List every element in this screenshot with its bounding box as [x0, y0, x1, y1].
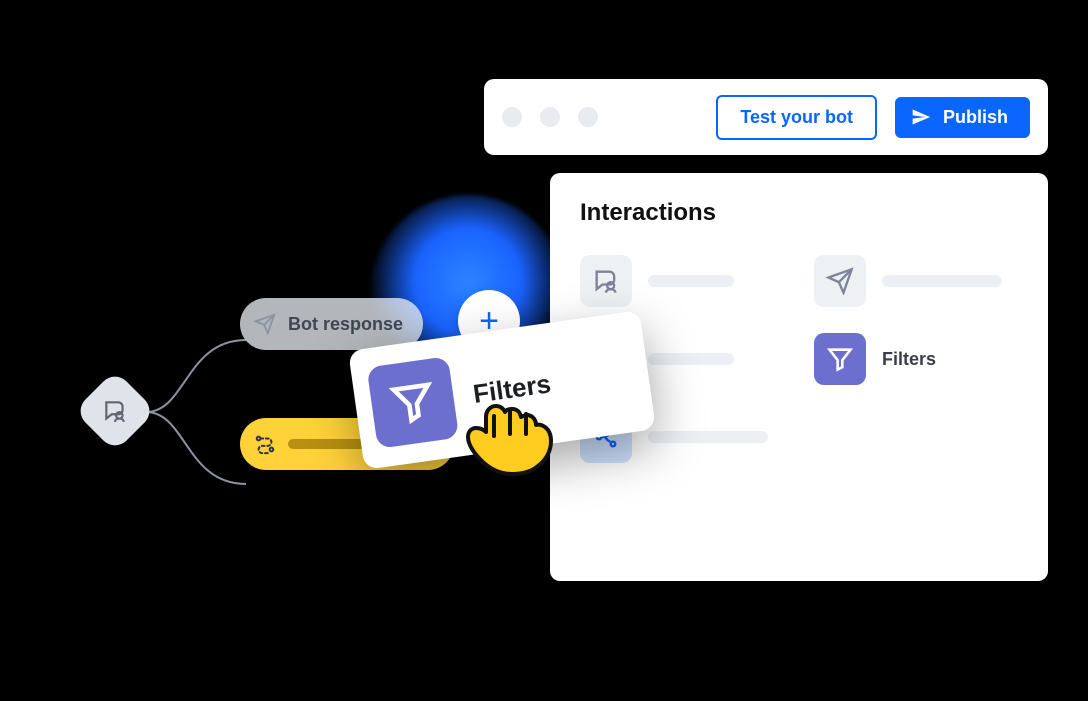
flow-start-node[interactable]: [74, 370, 156, 452]
bot-response-label: Bot response: [288, 314, 403, 335]
panel-title: Interactions: [580, 199, 1018, 227]
funnel-icon: [367, 356, 460, 449]
interaction-chat[interactable]: [580, 255, 784, 307]
placeholder-label: [648, 431, 768, 443]
dragged-card-label: Filters: [471, 368, 553, 410]
placeholder-dot: [578, 107, 598, 127]
placeholder-label: [648, 353, 734, 365]
bot-response-node[interactable]: Bot response: [240, 298, 423, 350]
placeholder-label: [648, 275, 734, 287]
test-bot-button[interactable]: Test your bot: [716, 95, 877, 140]
chat-person-icon: [580, 255, 632, 307]
paper-plane-icon: [254, 313, 276, 335]
toolbar: Test your bot Publish: [484, 79, 1048, 155]
path-icon: [254, 433, 276, 455]
placeholder-dot: [502, 107, 522, 127]
connector-lines: [136, 334, 256, 490]
send-icon: [911, 107, 931, 127]
placeholder-dot: [540, 107, 560, 127]
paper-plane-icon: [814, 255, 866, 307]
interaction-filters-label: Filters: [882, 349, 936, 370]
placeholder-label: [882, 275, 1002, 287]
chat-person-icon: [102, 398, 128, 424]
funnel-icon: [814, 333, 866, 385]
publish-label: Publish: [943, 107, 1008, 128]
publish-button[interactable]: Publish: [895, 97, 1030, 138]
interaction-filters[interactable]: Filters: [814, 333, 1018, 385]
interaction-send[interactable]: [814, 255, 1018, 307]
